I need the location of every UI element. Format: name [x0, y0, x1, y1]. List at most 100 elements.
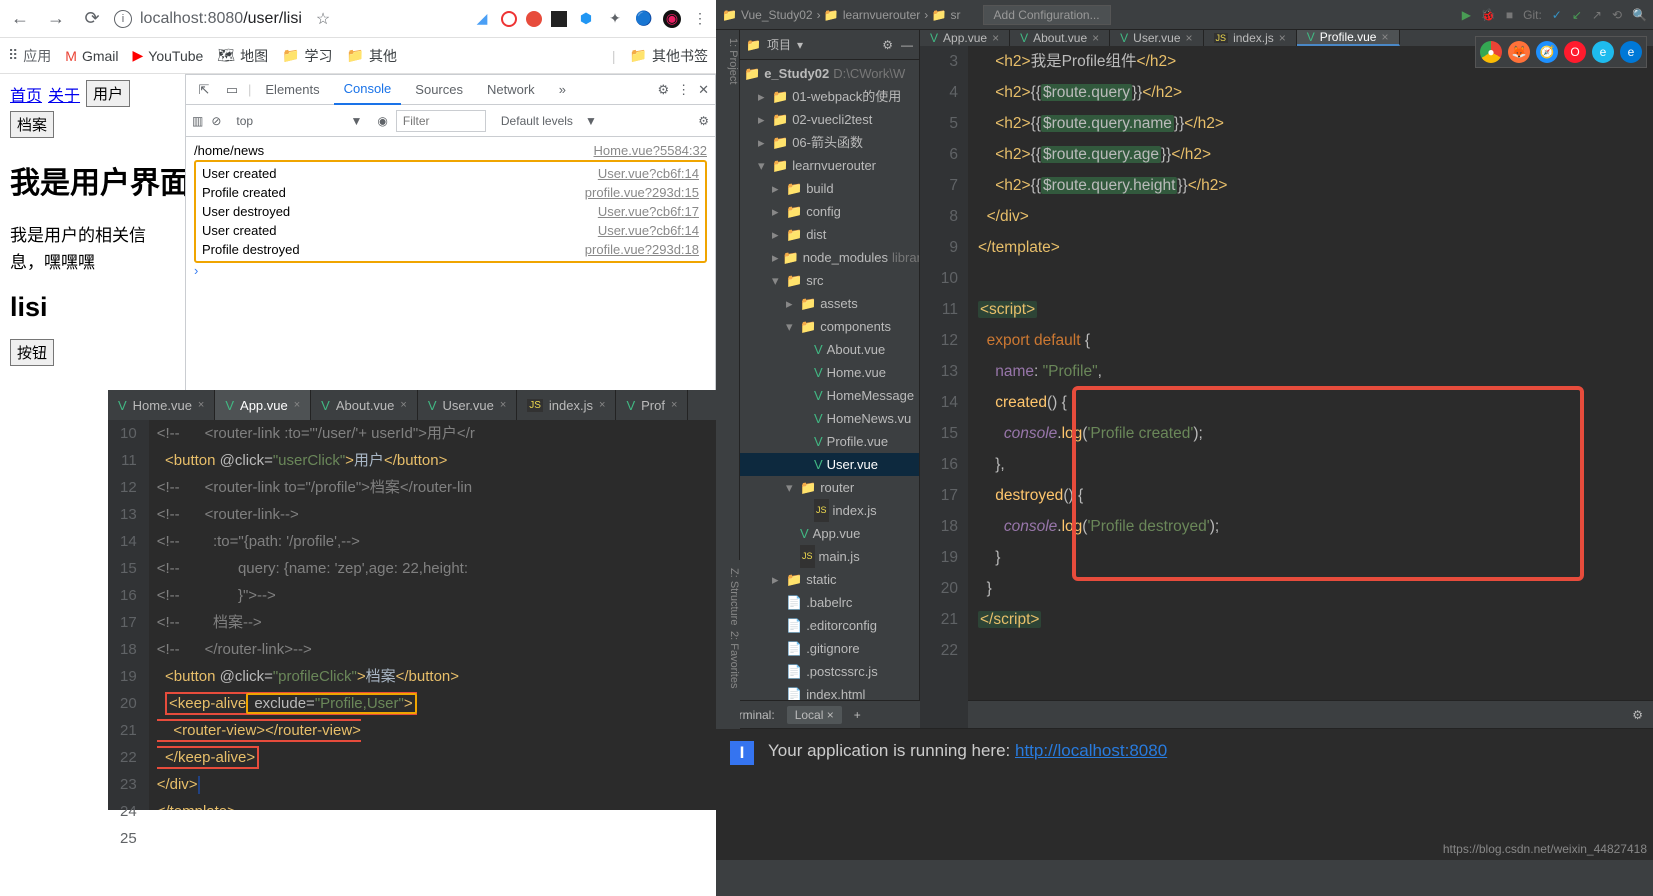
search-icon[interactable]: 🔍: [1632, 8, 1647, 22]
console-settings-icon[interactable]: ⚙: [698, 114, 709, 128]
action-button[interactable]: 按钮: [10, 339, 54, 366]
editor-tab-App.vue[interactable]: V App.vue ×: [920, 30, 1010, 46]
bm-other[interactable]: 📁 其他: [347, 46, 397, 66]
filter-input[interactable]: [396, 110, 486, 132]
project-settings-icon[interactable]: ⚙: [882, 38, 893, 52]
live-expression-icon[interactable]: ◉: [377, 114, 387, 128]
terminal-tab-local[interactable]: Local ×: [787, 706, 842, 724]
tree-.gitignore[interactable]: 📄.gitignore: [740, 637, 919, 660]
user-button[interactable]: 用户: [86, 80, 130, 107]
settings-icon[interactable]: ⚙: [657, 82, 669, 98]
debug-icon[interactable]: 🐞: [1481, 8, 1496, 22]
run-icon[interactable]: ▶: [1462, 8, 1471, 22]
tab-elements[interactable]: Elements: [255, 75, 329, 105]
ext-icon-1[interactable]: ◢: [472, 9, 492, 29]
bm-map[interactable]: 🗺 地图: [217, 46, 268, 66]
ext-icon-4[interactable]: [551, 11, 567, 27]
bm-youtube[interactable]: ▶ YouTube: [133, 47, 204, 64]
reload-button[interactable]: ⟳: [78, 5, 106, 33]
tab-network[interactable]: Network: [477, 75, 545, 105]
project-tree[interactable]: 📁e_Study02 D:\CWork\W▸📁01-webpack的使用▸📁02…: [740, 60, 919, 700]
ext-icon-2[interactable]: [501, 11, 517, 27]
tabs-more[interactable]: »: [549, 75, 576, 105]
tree-build[interactable]: ▸📁build: [740, 177, 919, 200]
tree-User.vue[interactable]: VUser.vue: [740, 453, 919, 476]
tree-dist[interactable]: ▸📁dist: [740, 223, 919, 246]
tree-src[interactable]: ▾📁src: [740, 269, 919, 292]
git-commit-icon[interactable]: ↙: [1572, 8, 1582, 22]
extensions-icon[interactable]: ✦: [605, 9, 625, 29]
more-icon[interactable]: ⋮: [677, 82, 690, 98]
tree-HomeMessage[interactable]: VHomeMessage: [740, 384, 919, 407]
tree-.editorconfig[interactable]: 📄.editorconfig: [740, 614, 919, 637]
context-select[interactable]: top▼: [229, 111, 369, 131]
back-button[interactable]: ←: [6, 5, 34, 33]
tab-index.js[interactable]: JS index.js ×: [517, 390, 616, 420]
ext-icon-7[interactable]: ◉: [663, 10, 681, 28]
tree-Profile.vue[interactable]: VProfile.vue: [740, 430, 919, 453]
editor-tab-index.js[interactable]: JS index.js ×: [1204, 30, 1297, 46]
tree-01-webpack的使用[interactable]: ▸📁01-webpack的使用: [740, 85, 919, 108]
tree-02-vuecli2test[interactable]: ▸📁02-vuecli2test: [740, 108, 919, 131]
address-bar[interactable]: localhost:8080/user/lisi: [140, 10, 302, 28]
terminal-add-icon[interactable]: +: [854, 708, 861, 722]
levels-select[interactable]: Default levels▼: [494, 111, 604, 131]
run-config-select[interactable]: Add Configuration...: [983, 5, 1111, 25]
editor-tab-About.vue[interactable]: V About.vue ×: [1010, 30, 1110, 46]
tree-components[interactable]: ▾📁components: [740, 315, 919, 338]
menu-icon[interactable]: ⋮: [690, 9, 710, 29]
tree-main.js[interactable]: JSmain.js: [740, 545, 919, 568]
tree-App.vue[interactable]: VApp.vue: [740, 522, 919, 545]
clear-console-icon[interactable]: ⊘: [211, 114, 221, 128]
ext-icon-6[interactable]: 🔵: [634, 9, 654, 29]
tree-learnvuerouter[interactable]: ▾📁learnvuerouter: [740, 154, 919, 177]
tab-sources[interactable]: Sources: [405, 75, 473, 105]
tree-HomeNews.vu[interactable]: VHomeNews.vu: [740, 407, 919, 430]
sidebar-toggle-icon[interactable]: ▥: [192, 114, 203, 128]
tab-Prof[interactable]: V Prof ×: [616, 390, 688, 420]
tree-About.vue[interactable]: VAbout.vue: [740, 338, 919, 361]
breadcrumb[interactable]: 📁 Vue_Study02 › 📁 learnvuerouter › 📁 sr: [722, 8, 961, 22]
editor-code[interactable]: <h2>我是Profile组件</h2> <h2>{{$route.query}…: [968, 46, 1237, 728]
tab-About.vue[interactable]: V About.vue ×: [311, 390, 418, 420]
tree-.babelrc[interactable]: 📄.babelrc: [740, 591, 919, 614]
project-collapse-icon[interactable]: —: [901, 38, 913, 52]
tree-Home.vue[interactable]: VHome.vue: [740, 361, 919, 384]
link-about[interactable]: 关于: [48, 82, 80, 106]
stop-icon[interactable]: ■: [1506, 8, 1513, 22]
close-devtools-icon[interactable]: ✕: [698, 82, 709, 98]
bm-other-bookmarks[interactable]: 📁 其他书签: [630, 46, 708, 66]
tree-assets[interactable]: ▸📁assets: [740, 292, 919, 315]
forward-button[interactable]: →: [42, 5, 70, 33]
bookmark-star-icon[interactable]: ☆: [316, 9, 330, 29]
tab-App.vue[interactable]: V App.vue ×: [215, 390, 311, 420]
bm-study[interactable]: 📁 学习: [282, 46, 332, 66]
profile-button[interactable]: 档案: [10, 111, 54, 138]
git-update-icon[interactable]: ✓: [1552, 8, 1562, 22]
editor-tab-Profile.vue[interactable]: V Profile.vue ×: [1297, 30, 1400, 46]
tab-Home.vue[interactable]: V Home.vue ×: [108, 390, 215, 420]
ext-icon-3[interactable]: [526, 11, 542, 27]
bm-gmail[interactable]: M Gmail: [65, 48, 118, 64]
terminal-link[interactable]: http://localhost:8080: [1015, 741, 1167, 760]
link-home[interactable]: 首页: [10, 82, 42, 106]
device-icon[interactable]: ▭: [220, 82, 244, 98]
tree-node_modules[interactable]: ▸📁node_modules librar: [740, 246, 919, 269]
tab-User.vue[interactable]: V User.vue ×: [418, 390, 517, 420]
tree-static[interactable]: ▸📁static: [740, 568, 919, 591]
tree-index.html[interactable]: 📄index.html: [740, 683, 919, 700]
git-history-icon[interactable]: ⟲: [1612, 8, 1622, 22]
site-info-icon[interactable]: i: [114, 10, 132, 28]
tab-console[interactable]: Console: [334, 75, 402, 105]
inspect-icon[interactable]: ⇱: [192, 82, 216, 98]
tree-router[interactable]: ▾📁router: [740, 476, 919, 499]
terminal-output[interactable]: I Your application is running here: http…: [716, 729, 1653, 860]
tree-.postcssrc.js[interactable]: 📄.postcssrc.js: [740, 660, 919, 683]
tree-index.js[interactable]: JSindex.js: [740, 499, 919, 522]
apps-shortcut[interactable]: ⠿ 应用: [8, 46, 51, 66]
tree-config[interactable]: ▸📁config: [740, 200, 919, 223]
code-editor[interactable]: <!-- <router-link :to="'/user/'+ userId"…: [149, 420, 483, 810]
git-push-icon[interactable]: ↗: [1592, 8, 1602, 22]
editor-tab-User.vue[interactable]: V User.vue ×: [1110, 30, 1203, 46]
tree-06-箭头函数[interactable]: ▸📁06-箭头函数: [740, 131, 919, 154]
